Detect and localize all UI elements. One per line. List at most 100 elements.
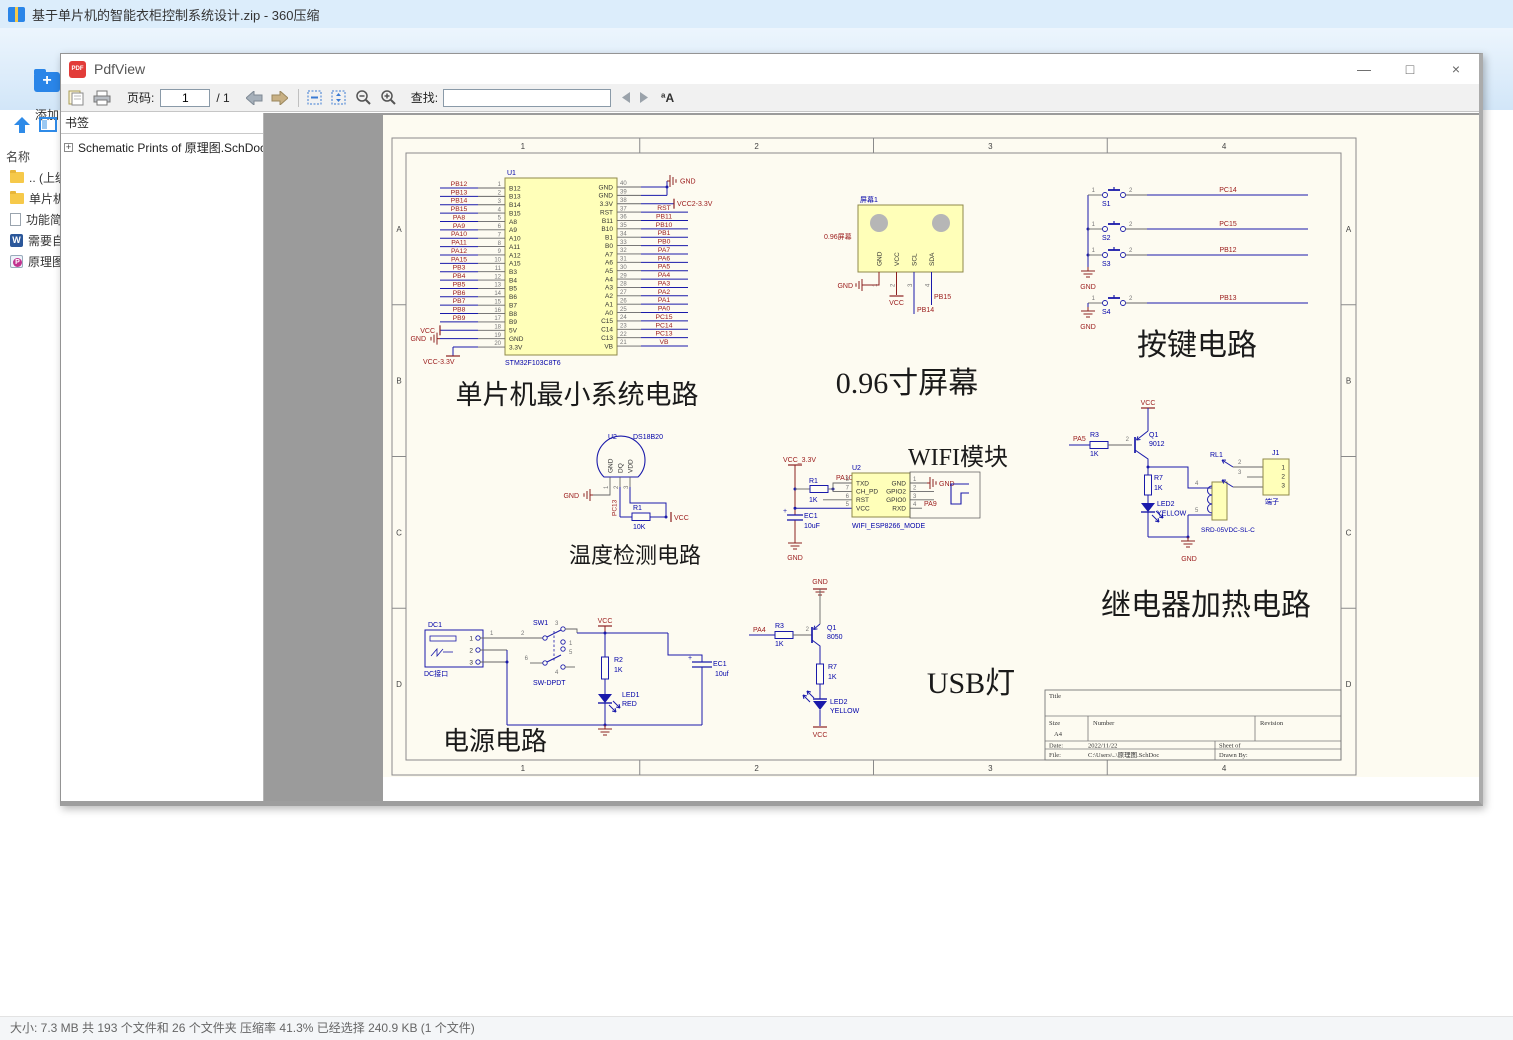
svg-text:VB: VB bbox=[604, 343, 613, 350]
svg-text:A9: A9 bbox=[509, 227, 517, 234]
find-prev-button[interactable] bbox=[621, 92, 631, 103]
svg-text:PA3: PA3 bbox=[658, 280, 671, 287]
zoom-out-icon[interactable] bbox=[355, 89, 372, 106]
svg-text:A: A bbox=[1346, 225, 1352, 234]
svg-text:PB11: PB11 bbox=[656, 213, 672, 220]
svg-text:R2: R2 bbox=[614, 657, 623, 664]
svg-text:27: 27 bbox=[620, 290, 627, 296]
svg-text:15: 15 bbox=[494, 299, 501, 305]
find-input[interactable] bbox=[443, 89, 611, 107]
svg-text:3.3V: 3.3V bbox=[600, 201, 614, 208]
prev-page-button[interactable] bbox=[246, 91, 263, 105]
svg-text:10K: 10K bbox=[633, 524, 646, 531]
svg-text:R7: R7 bbox=[1154, 475, 1163, 482]
svg-text:4: 4 bbox=[1195, 481, 1199, 487]
svg-text:RXD: RXD bbox=[892, 506, 906, 513]
svg-text:PB4: PB4 bbox=[453, 273, 466, 280]
svg-text:YELLOW: YELLOW bbox=[830, 708, 860, 715]
svg-text:Title: Title bbox=[1049, 693, 1061, 700]
svg-text:A6: A6 bbox=[605, 260, 613, 267]
svg-text:LED2: LED2 bbox=[1157, 501, 1175, 508]
find-next-button[interactable] bbox=[639, 92, 649, 103]
svg-text:39: 39 bbox=[620, 190, 627, 196]
zoom-in-icon[interactable] bbox=[380, 89, 397, 106]
svg-text:GND: GND bbox=[877, 251, 884, 266]
svg-text:14: 14 bbox=[494, 291, 501, 297]
svg-text:PB13: PB13 bbox=[1219, 295, 1236, 302]
svg-text:屏幕1: 屏幕1 bbox=[860, 195, 878, 204]
svg-text:PA9: PA9 bbox=[924, 501, 937, 508]
svg-text:Drawn By:: Drawn By: bbox=[1219, 752, 1248, 759]
view-toggle-button[interactable] bbox=[38, 115, 58, 140]
svg-text:PC14: PC14 bbox=[1219, 187, 1237, 194]
add-button[interactable]: + bbox=[32, 68, 62, 102]
page-number-input[interactable] bbox=[160, 89, 210, 107]
svg-text:1: 1 bbox=[1092, 296, 1096, 302]
fit-page-icon[interactable] bbox=[331, 90, 346, 105]
svg-text:PA2: PA2 bbox=[658, 289, 671, 296]
svg-text:GND: GND bbox=[812, 579, 828, 586]
svg-text:WIFI_ESP8266_MODE: WIFI_ESP8266_MODE bbox=[852, 523, 925, 530]
svg-text:7: 7 bbox=[498, 232, 502, 238]
svg-text:PA5: PA5 bbox=[658, 264, 671, 271]
svg-text:PA6: PA6 bbox=[658, 255, 671, 262]
print-icon[interactable] bbox=[93, 90, 111, 106]
minimize-button[interactable]: — bbox=[1341, 54, 1387, 84]
svg-text:2: 2 bbox=[1129, 222, 1133, 228]
svg-text:PB12: PB12 bbox=[1219, 247, 1236, 254]
svg-text:PA4: PA4 bbox=[753, 627, 766, 634]
svg-text:VCC: VCC bbox=[894, 252, 901, 266]
svg-text:GND: GND bbox=[599, 184, 614, 191]
up-level-button[interactable] bbox=[12, 115, 32, 140]
svg-text:S1: S1 bbox=[1102, 201, 1111, 208]
file-row-folder[interactable]: 单片机 bbox=[0, 188, 62, 209]
svg-text:2: 2 bbox=[1281, 474, 1285, 481]
svg-text:PC13: PC13 bbox=[612, 499, 619, 516]
svg-text:U1: U1 bbox=[507, 170, 516, 177]
svg-text:PA0: PA0 bbox=[658, 306, 671, 313]
svg-text:34: 34 bbox=[620, 231, 627, 237]
svg-text:Revision: Revision bbox=[1260, 720, 1284, 727]
svg-text:A: A bbox=[396, 225, 402, 234]
expand-icon[interactable]: + bbox=[64, 143, 73, 152]
svg-text:28: 28 bbox=[620, 282, 627, 288]
svg-text:LED1: LED1 bbox=[622, 692, 640, 699]
svg-text:S3: S3 bbox=[1102, 261, 1111, 268]
svg-text:6: 6 bbox=[846, 494, 850, 500]
fit-width-icon[interactable] bbox=[307, 90, 322, 105]
svg-text:4: 4 bbox=[1222, 142, 1227, 151]
svg-text:VCC: VCC bbox=[598, 618, 613, 625]
svg-text:A4: A4 bbox=[605, 276, 613, 283]
pdf-viewer-area[interactable]: 11223344AABBCCDDU1STM32F103C8T61B12PB122… bbox=[264, 113, 1479, 801]
open-file-icon[interactable] bbox=[68, 89, 84, 106]
svg-text:SCL: SCL bbox=[912, 253, 919, 266]
svg-text:5: 5 bbox=[1195, 508, 1199, 514]
close-button[interactable]: × bbox=[1433, 54, 1479, 84]
svg-text:GPIO0: GPIO0 bbox=[886, 497, 906, 504]
pdfview-titlebar: PDF PdfView — □ × bbox=[61, 54, 1479, 84]
match-case-button[interactable]: ªA bbox=[661, 91, 674, 105]
svg-text:R1: R1 bbox=[809, 478, 818, 485]
pdfview-window: PDF PdfView — □ × 页码: / 1 bbox=[60, 53, 1483, 806]
svg-text:单片机最小系统电路: 单片机最小系统电路 bbox=[456, 380, 699, 410]
file-row-parent[interactable]: .. (上级 bbox=[0, 167, 62, 188]
svg-text:PA1: PA1 bbox=[658, 297, 671, 304]
file-row-word[interactable]: W需要自 bbox=[0, 230, 62, 251]
maximize-button[interactable]: □ bbox=[1387, 54, 1433, 84]
svg-text:VB: VB bbox=[659, 339, 669, 346]
svg-text:25: 25 bbox=[620, 307, 627, 313]
bookmark-item[interactable]: + Schematic Prints of 原理图.SchDoc bbox=[61, 137, 263, 157]
svg-text:DC接口: DC接口 bbox=[424, 669, 448, 678]
svg-text:GND: GND bbox=[787, 555, 803, 562]
file-row-doc[interactable]: 功能简 bbox=[0, 209, 62, 230]
pdf-file-icon: P bbox=[10, 255, 23, 268]
svg-text:GND: GND bbox=[1080, 284, 1096, 291]
svg-text:32: 32 bbox=[620, 248, 627, 254]
svg-text:1: 1 bbox=[913, 477, 917, 483]
next-page-button[interactable] bbox=[271, 91, 288, 105]
svg-text:DQ: DQ bbox=[618, 463, 625, 473]
column-header-name[interactable]: 名称 bbox=[6, 148, 30, 165]
file-row-pdf[interactable]: P原理图 bbox=[0, 251, 62, 272]
svg-text:DS18B20: DS18B20 bbox=[633, 434, 663, 441]
svg-text:2: 2 bbox=[754, 142, 759, 151]
